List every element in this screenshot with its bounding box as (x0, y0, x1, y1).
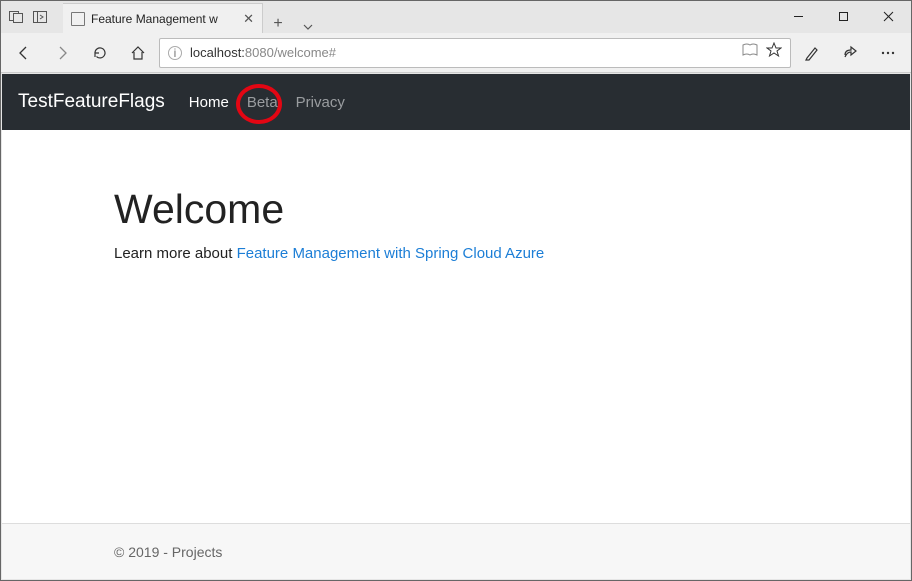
minimize-button[interactable] (776, 1, 821, 31)
tab-strip: Feature Management w ✕ + (63, 1, 776, 33)
nav-link-beta[interactable]: Beta (245, 90, 280, 115)
url-host: localhost: (190, 45, 245, 60)
page-body: Welcome Learn more about Feature Managem… (2, 130, 910, 523)
window-controls (776, 1, 911, 33)
tab-chevron-icon[interactable] (293, 21, 323, 33)
set-aside-icon[interactable] (9, 10, 23, 24)
back-button[interactable] (7, 36, 41, 70)
brand-text[interactable]: TestFeatureFlags (18, 91, 165, 113)
lead-prefix: Learn more about (114, 245, 237, 262)
page-content: TestFeatureFlags Home Beta Privacy Welco… (2, 74, 910, 579)
url-path: 8080/welcome# (245, 45, 336, 60)
close-tab-icon[interactable]: ✕ (243, 11, 254, 27)
window-titlebar: Feature Management w ✕ + (1, 1, 911, 33)
site-info-icon[interactable]: i (168, 46, 182, 60)
new-tab-button[interactable]: + (263, 15, 293, 33)
maximize-button[interactable] (821, 1, 866, 31)
lead-link[interactable]: Feature Management with Spring Cloud Azu… (237, 245, 545, 262)
footer-text: © 2019 - Projects (114, 544, 222, 560)
address-bar-row: i localhost:8080/welcome# (1, 33, 911, 73)
page-footer: © 2019 - Projects (2, 523, 910, 579)
browser-tab[interactable]: Feature Management w ✕ (63, 3, 263, 33)
url-text[interactable]: localhost:8080/welcome# (190, 45, 734, 60)
close-window-button[interactable] (866, 1, 911, 31)
page-icon (71, 12, 85, 26)
share-button[interactable] (833, 36, 867, 70)
nav-link-home[interactable]: Home (187, 90, 231, 115)
favorite-icon[interactable] (766, 42, 782, 63)
show-aside-icon[interactable] (33, 10, 47, 24)
lead-text: Learn more about Feature Management with… (114, 245, 910, 262)
home-button[interactable] (121, 36, 155, 70)
notes-button[interactable] (795, 36, 829, 70)
reading-view-icon[interactable] (742, 43, 758, 62)
nav-link-privacy[interactable]: Privacy (294, 90, 347, 115)
site-navbar: TestFeatureFlags Home Beta Privacy (2, 74, 910, 130)
more-button[interactable] (871, 36, 905, 70)
tab-title: Feature Management w (91, 12, 237, 26)
window-left-buttons (1, 1, 63, 33)
refresh-button[interactable] (83, 36, 117, 70)
page-heading: Welcome (114, 186, 910, 233)
forward-button[interactable] (45, 36, 79, 70)
address-box[interactable]: i localhost:8080/welcome# (159, 38, 791, 68)
